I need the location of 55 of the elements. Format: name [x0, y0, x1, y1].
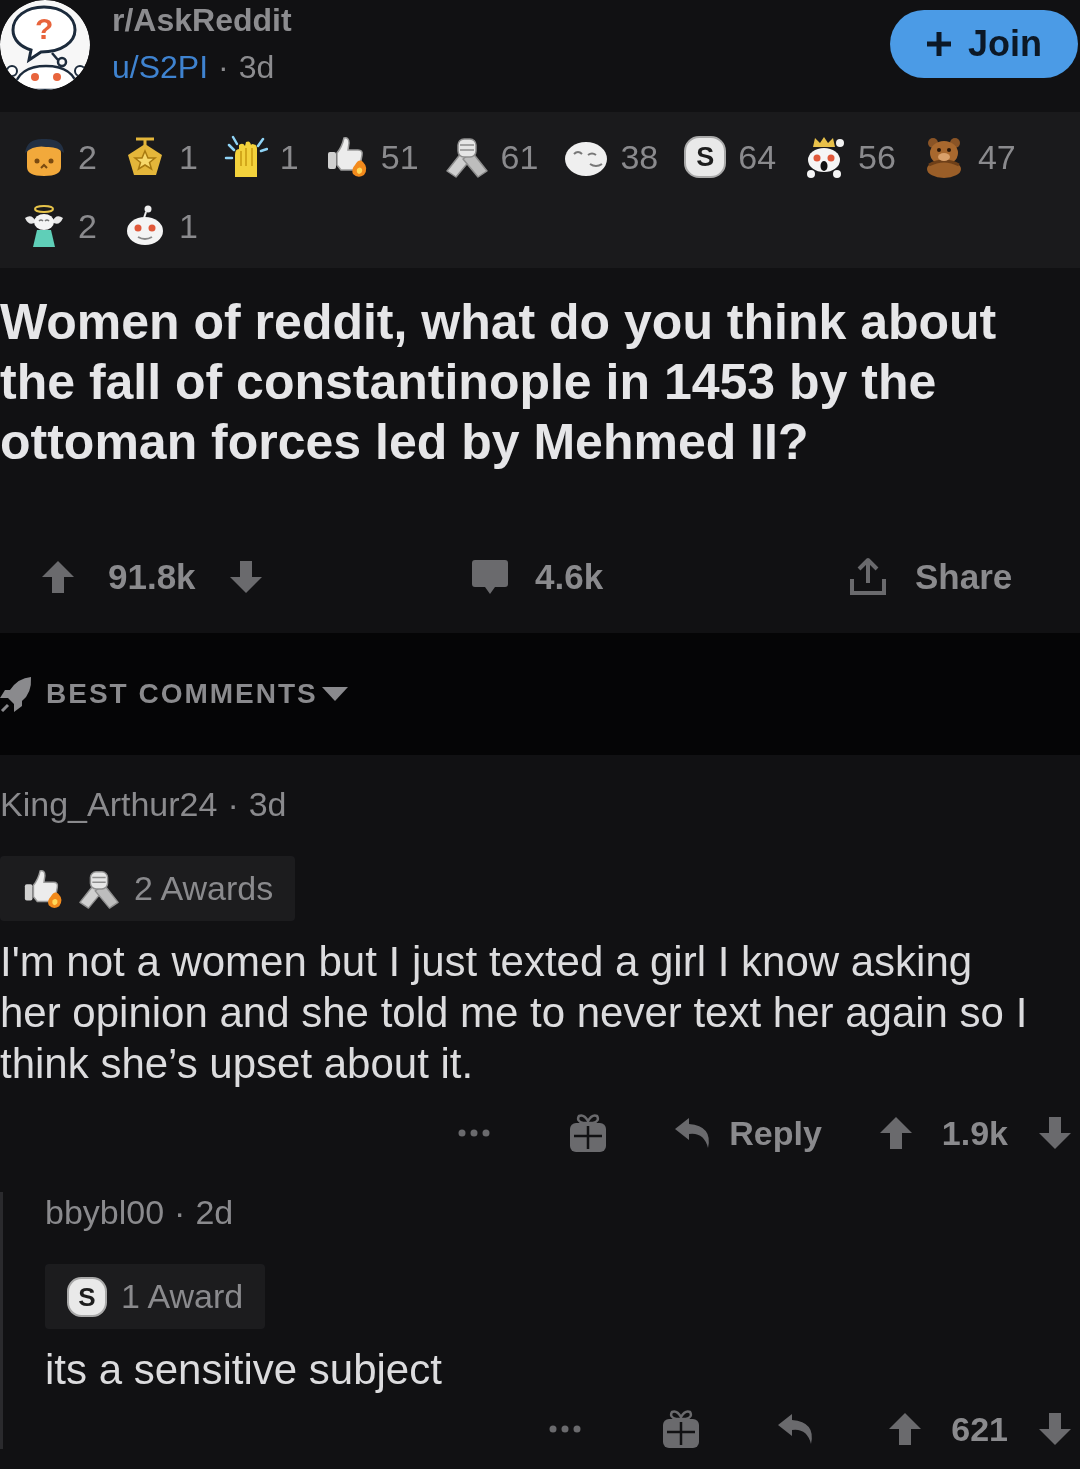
comment-author[interactable]: King_Arthur24 [0, 784, 218, 824]
vote-score: 1.9k [941, 1113, 1008, 1153]
award-count: 38 [620, 137, 659, 177]
plus-icon[interactable] [926, 31, 952, 57]
gift-icon[interactable] [568, 1113, 609, 1153]
awards-label: 1 Award [121, 1277, 244, 1316]
awards-label: 2 Awards [134, 869, 274, 908]
subreddit-avatar-icon [0, 0, 90, 90]
award-count: 61 [500, 137, 539, 177]
caret-icon[interactable] [321, 687, 348, 701]
upvote-icon[interactable] [40, 559, 76, 595]
share-button[interactable]: Share [848, 557, 1080, 597]
comment-age: 3d [248, 784, 287, 824]
clasped-hands-icon [444, 135, 489, 179]
comment-author[interactable]: bbybl00 [45, 1192, 165, 1232]
award-count: 56 [858, 137, 896, 177]
upvote-icon[interactable] [887, 1411, 924, 1447]
coin-icon: S [684, 136, 727, 178]
award-count: 1 [178, 206, 198, 246]
award-count: 2 [78, 137, 97, 177]
award-count: 51 [380, 137, 419, 177]
comments-button[interactable]: 4.6k [472, 557, 848, 597]
thumbs-up-icon [22, 867, 64, 910]
award-count: 1 [178, 137, 198, 177]
share-icon[interactable] [848, 557, 888, 597]
more-options-icon[interactable] [458, 1129, 491, 1137]
sort-button[interactable]: BEST COMMENTS [0, 676, 348, 712]
comment-age: 2d [195, 1192, 234, 1232]
award-count: 47 [977, 137, 1016, 177]
post-title: Women of reddit, what do you think about the fall of constantinople in 1453 by the ottoman forces led by Mehmed II? [0, 293, 998, 472]
subreddit-name[interactable]: r/AskReddit [112, 0, 292, 40]
comment-text: its a sensitive subject [45, 1345, 443, 1395]
downvote-icon[interactable] [1037, 1115, 1073, 1151]
award-count: 64 [738, 137, 777, 177]
award-count: 1 [279, 137, 299, 177]
downvote-icon[interactable] [1037, 1411, 1073, 1447]
join-button[interactable]: Join [890, 10, 1078, 78]
award-count: 2 [78, 206, 97, 246]
comment-icon[interactable] [472, 560, 508, 594]
coin-icon: S [67, 1276, 107, 1317]
raised-hand-icon [223, 135, 268, 179]
reply-button[interactable]: Reply [674, 1113, 822, 1153]
angel-icon [22, 204, 66, 248]
author-link[interactable]: u/S2PI [112, 47, 209, 87]
question-mark-symbol: ? [35, 14, 54, 44]
meta-separator: · [218, 48, 229, 87]
rocket-icon[interactable] [0, 676, 32, 712]
vote-score: 91.8k [108, 557, 196, 597]
gift-icon[interactable] [661, 1409, 702, 1449]
vote-score: 621 [951, 1409, 1008, 1449]
comment-text: I'm not a women but I just texted a girl I know asking her opinion and she told me to never text her again so I think she’s upset about it. [0, 937, 1029, 1089]
more-options-icon[interactable] [549, 1425, 582, 1433]
post-age: 3d [238, 48, 275, 87]
meta-separator: · [227, 784, 239, 824]
meta-separator: · [174, 1192, 186, 1232]
